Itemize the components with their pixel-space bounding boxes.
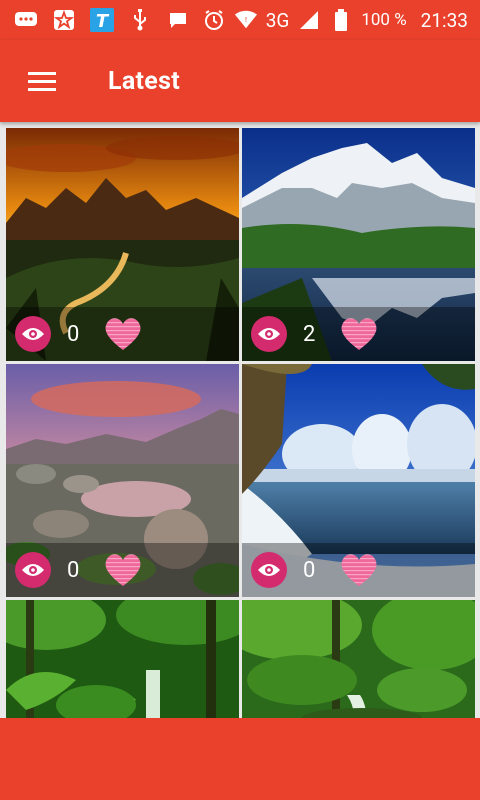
page-title: Latest: [108, 66, 180, 96]
eye-icon: [258, 564, 280, 576]
views-button[interactable]: [15, 552, 51, 588]
views-button[interactable]: [251, 552, 287, 588]
views-button[interactable]: [251, 316, 287, 352]
chat-bubble-icon: [14, 9, 38, 31]
battery-level: 100 %: [361, 10, 407, 30]
svg-text:T: T: [96, 11, 110, 32]
message-icon: [166, 9, 190, 31]
wallpaper-image[interactable]: [242, 600, 475, 718]
heart-icon[interactable]: [103, 314, 143, 354]
svg-text:!: !: [244, 15, 247, 24]
wallpaper-image[interactable]: [6, 600, 239, 718]
alarm-icon: [202, 9, 226, 31]
heart-icon[interactable]: [339, 550, 379, 590]
view-count: 0: [303, 557, 316, 583]
wallpaper-card[interactable]: [242, 600, 475, 718]
card-footer: 0: [6, 543, 239, 597]
star-app-icon: [52, 9, 76, 31]
heart-icon[interactable]: [339, 314, 379, 354]
view-count: 0: [67, 321, 80, 347]
views-button[interactable]: [15, 316, 51, 352]
wifi-icon: !: [234, 9, 258, 31]
notification-icons: T: [14, 8, 190, 32]
usb-icon: [128, 9, 152, 31]
bottom-banner: [0, 718, 480, 800]
eye-icon: [22, 564, 44, 576]
status-bar: T ! 3G 100 % 21:33: [0, 0, 480, 40]
wallpaper-card[interactable]: 0: [242, 364, 475, 597]
wallpaper-card[interactable]: 0: [6, 128, 239, 361]
card-footer: 0: [242, 543, 475, 597]
card-footer: 0: [6, 307, 239, 361]
wallpaper-card[interactable]: [6, 600, 239, 718]
wallpaper-card[interactable]: 2: [242, 128, 475, 361]
card-footer: 2: [242, 307, 475, 361]
wallpaper-grid[interactable]: 0 2 0 0: [0, 122, 480, 718]
view-count: 2: [303, 321, 316, 347]
t-app-icon: T: [90, 8, 114, 32]
hamburger-icon: [28, 72, 56, 91]
heart-icon[interactable]: [103, 550, 143, 590]
eye-icon: [22, 328, 44, 340]
wallpaper-card[interactable]: 0: [6, 364, 239, 597]
view-count: 0: [67, 557, 80, 583]
network-type: 3G: [265, 8, 290, 32]
hamburger-menu-button[interactable]: [14, 53, 70, 109]
signal-icon: [297, 9, 321, 31]
app-bar: Latest: [0, 40, 480, 122]
eye-icon: [258, 328, 280, 340]
system-indicators: ! 3G 100 % 21:33: [202, 9, 468, 32]
battery-icon: [329, 9, 353, 31]
clock: 21:33: [420, 8, 468, 32]
